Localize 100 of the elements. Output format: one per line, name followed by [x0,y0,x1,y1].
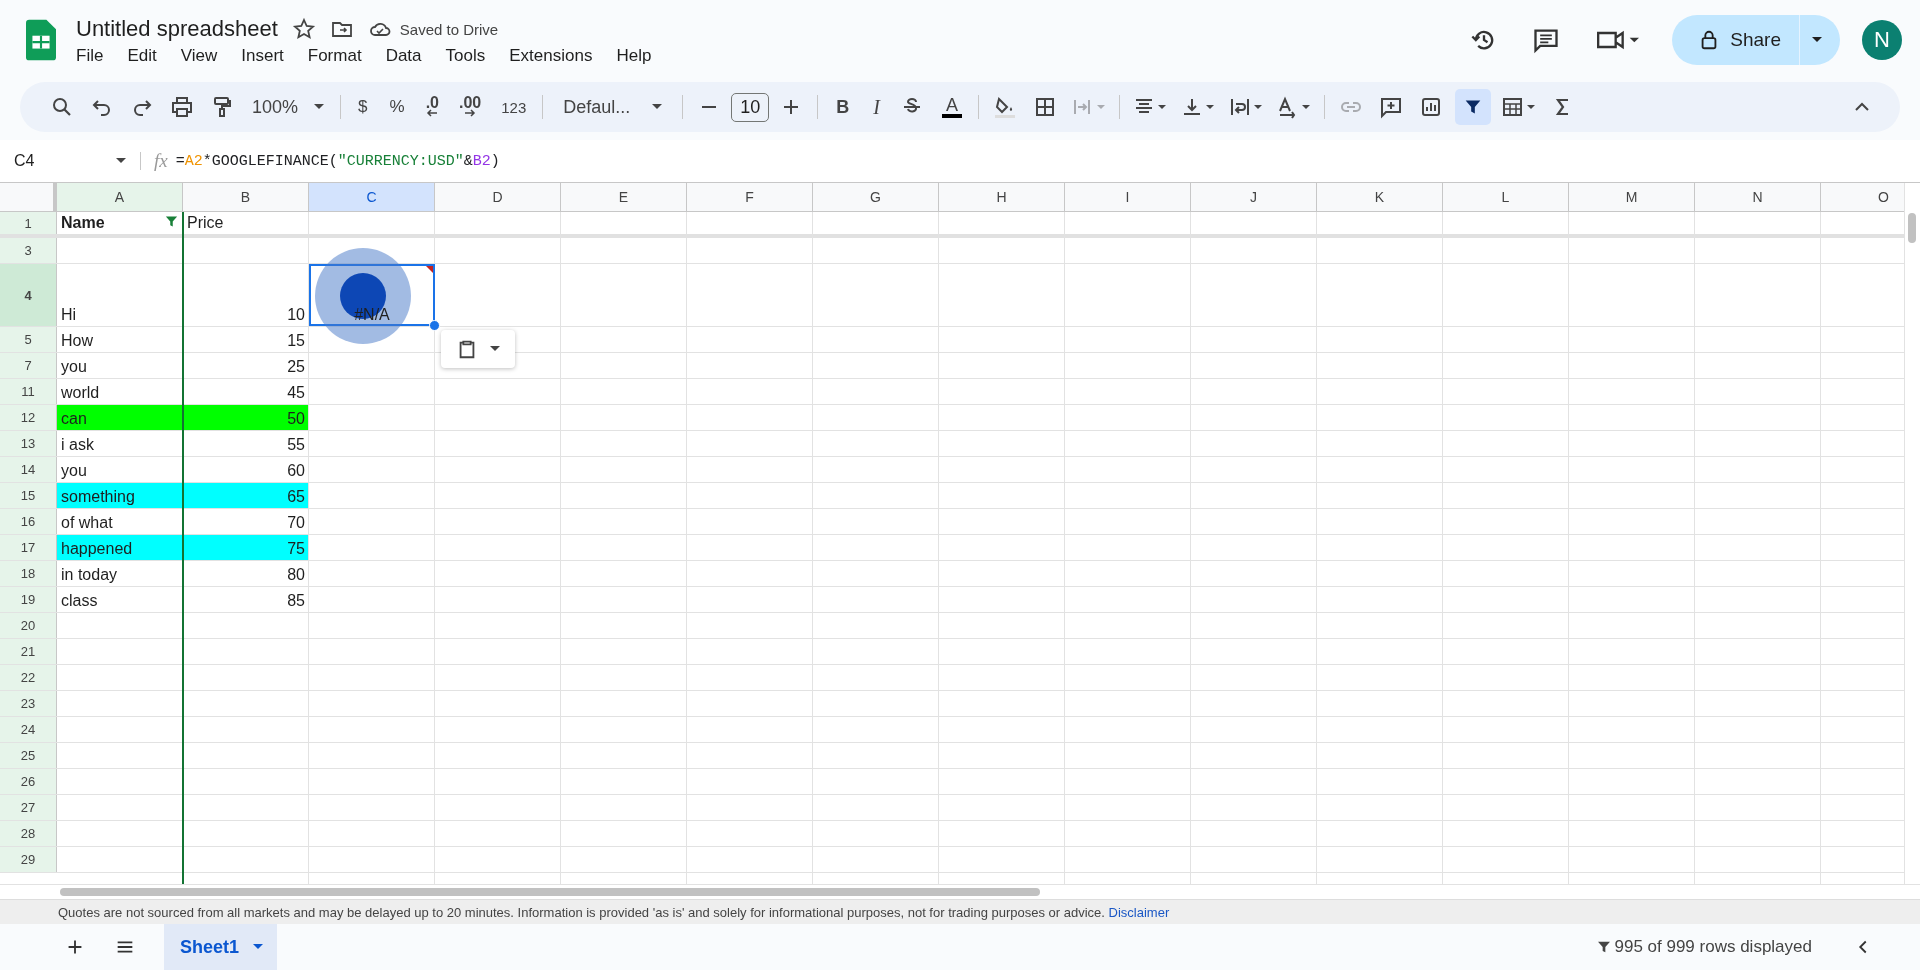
column-header[interactable]: K [1317,183,1443,212]
quote-disclaimer-text: Quotes are not sourced from all markets and may be delayed up to 20 minutes. Information is provided 'as is' and solely for informational purposes, not for trading purposes or advice. Disclaimer [58,904,1170,920]
fill-handle[interactable] [429,320,440,331]
menu-item[interactable]: Insert [241,44,292,68]
table-cell: you [61,462,87,480]
menu-item[interactable]: Extensions [509,44,601,68]
column-header[interactable]: E [561,183,687,212]
row-header[interactable]: 1 [0,212,57,234]
column-header[interactable]: D [435,183,561,212]
table-cell: How [61,332,93,350]
row-header[interactable]: 12 [0,405,57,430]
table-cell: class [61,592,98,610]
rows-displayed-status: 995 of 999 rows displayed [1614,937,1812,957]
column-header[interactable]: C [309,183,435,212]
cell-selection-outline[interactable] [309,264,435,326]
row-header[interactable]: 7 [0,353,57,378]
paste-options-button[interactable] [441,330,515,368]
row-header[interactable]: 3 [0,238,57,263]
row-header[interactable]: 22 [0,665,57,690]
menu-item[interactable]: Help [616,44,660,68]
column-header[interactable]: M [1569,183,1695,212]
add-comment-icon[interactable] [1379,95,1404,119]
percent-format-button[interactable]: % [389,97,405,117]
row-header[interactable]: 19 [0,587,57,612]
menu-item[interactable]: Data [385,44,430,68]
row-header[interactable]: 21 [0,639,57,664]
name-box[interactable]: C4 [0,152,141,170]
table-cell: 70 [287,514,305,532]
row-header[interactable]: 26 [0,769,57,794]
table-cell: in today [61,566,118,584]
text-color-button[interactable]: A [942,96,963,118]
italic-button[interactable]: I [873,95,880,119]
save-status: Saved to Drive [399,20,499,38]
row-header[interactable]: 17 [0,535,57,560]
decrease-decimal-button[interactable]: .0 [425,97,439,117]
table-cell: 50 [183,405,309,430]
bold-button[interactable]: B [836,96,850,118]
column-header[interactable]: I [1065,183,1191,212]
row-header[interactable]: 29 [0,847,57,872]
increase-decimal-button[interactable]: .00 [459,97,482,117]
row-header[interactable]: 23 [0,691,57,716]
zoom-dropdown[interactable]: 100% [252,96,325,118]
document-title[interactable]: Untitled spreadsheet [76,16,278,42]
caret-icon [1812,37,1822,43]
column-header[interactable]: J [1191,183,1317,212]
menu-item[interactable]: Tools [445,44,494,68]
row-header[interactable]: 11 [0,379,57,404]
row-header[interactable]: 15 [0,483,57,508]
menu-item[interactable]: File [76,44,112,68]
row-header[interactable]: 13 [0,431,57,456]
column-header[interactable]: L [1443,183,1569,212]
row-header[interactable]: 28 [0,821,57,846]
row-header[interactable]: 24 [0,717,57,742]
text-rotation-icon[interactable] [1276,95,1313,119]
account-avatar[interactable]: N [1862,20,1902,60]
filter-icon[interactable] [164,214,179,229]
table-cell: of what [61,514,113,532]
menu-item[interactable]: Edit [127,44,165,68]
column-header[interactable]: O [1821,183,1904,212]
more-formats-button[interactable]: 123 [501,98,527,116]
column-header[interactable]: H [939,183,1065,212]
row-header[interactable]: 5 [0,327,57,352]
table-cell: 80 [287,566,305,584]
menu-item[interactable]: View [180,44,226,68]
column-header[interactable]: A [57,183,183,212]
disclaimer-link[interactable]: Disclaimer [1108,904,1170,920]
column-header[interactable]: B [183,183,309,212]
table-icon[interactable] [1501,95,1538,119]
table-cell: 25 [287,358,305,376]
row-header[interactable]: 20 [0,613,57,638]
print-icon[interactable] [170,95,194,119]
table-cell: 85 [287,592,305,610]
error-indicator-icon [426,266,433,273]
star-icon[interactable] [291,17,316,41]
row-header[interactable]: 4 [0,264,57,326]
currency-format-button[interactable]: $ [358,97,368,117]
filter-button[interactable] [1455,89,1492,125]
caret-icon [314,104,325,110]
fill-color-icon[interactable] [993,95,1018,119]
column-header[interactable]: G [813,183,939,212]
menu-item[interactable]: Format [307,44,370,68]
table-cell: 45 [287,384,305,402]
font-size-field[interactable]: 10 [731,92,770,122]
table-cell: 75 [183,535,309,560]
column-header[interactable]: F [687,183,813,212]
row-header[interactable]: 27 [0,795,57,820]
row-header[interactable]: 16 [0,509,57,534]
share-button[interactable]: Share [1672,15,1799,65]
caret-icon [490,346,500,352]
row-header[interactable]: 25 [0,743,57,768]
table-cell: you [61,358,87,376]
formula-field[interactable]: =A2*GOOGLEFINANCE("CURRENCY:USD"&B2) [175,152,500,170]
table-cell: 15 [287,332,305,350]
sheet-tab[interactable]: Sheet1 [164,924,278,970]
caret-icon [253,944,264,950]
font-dropdown[interactable]: Defaul... [563,96,663,118]
row-header[interactable]: 14 [0,457,57,482]
row-header[interactable]: 18 [0,561,57,586]
column-header[interactable]: N [1695,183,1821,212]
sheets-logo-icon[interactable] [26,19,56,61]
